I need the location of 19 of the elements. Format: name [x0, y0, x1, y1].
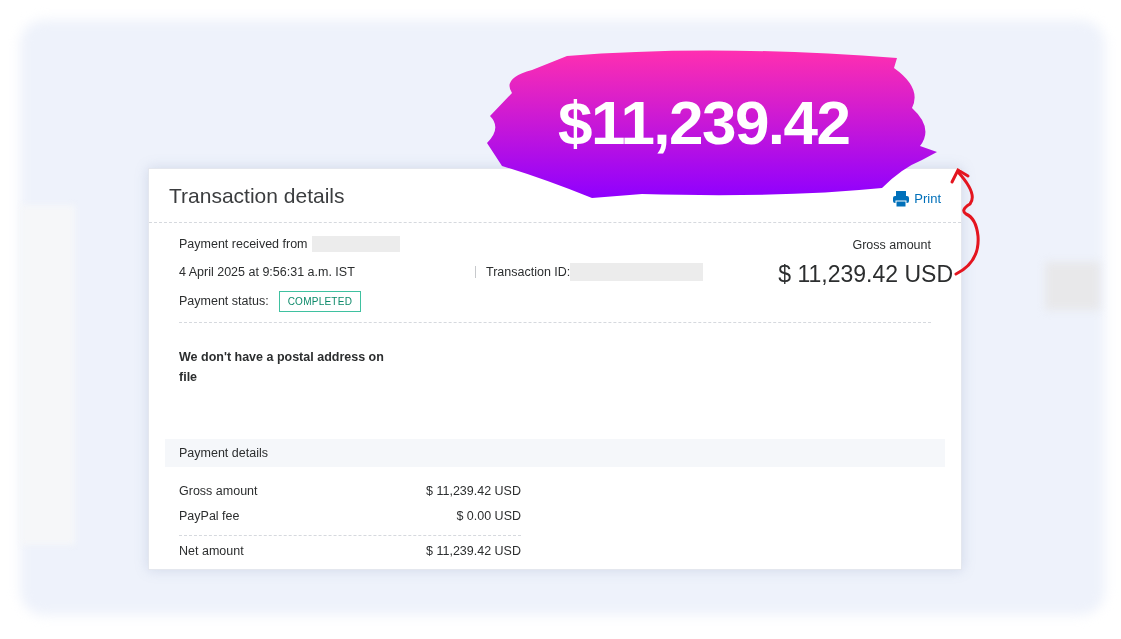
detail-label: PayPal fee	[179, 508, 240, 526]
address-note: We don't have a postal address on file	[179, 348, 385, 386]
section-header: Payment details	[165, 439, 945, 467]
transaction-date: 4 April 2025 at 9:56:31 a.m. IST	[179, 263, 356, 281]
detail-value: $ 11,239.42 USD	[426, 483, 521, 501]
banner-amount: $11,239.42	[558, 92, 850, 154]
print-button[interactable]: Print	[892, 188, 941, 209]
detail-value: $ 0.00 USD	[456, 508, 521, 526]
detail-label: Net amount	[179, 543, 244, 560]
gross-amount-label: Gross amount	[852, 237, 931, 254]
status-label: Payment status:	[179, 292, 269, 310]
printer-icon	[892, 189, 911, 208]
card-title: Transaction details	[169, 182, 345, 209]
received-label: Payment received from	[179, 236, 308, 253]
transaction-id-label: Transaction ID:	[486, 263, 571, 281]
gross-amount-value: $ 11,239.42 USD	[778, 259, 953, 289]
status-badge: COMPLETED	[278, 290, 362, 312]
detail-value: $ 11,239.42 USD	[426, 543, 521, 560]
detail-label: Gross amount	[179, 483, 258, 501]
